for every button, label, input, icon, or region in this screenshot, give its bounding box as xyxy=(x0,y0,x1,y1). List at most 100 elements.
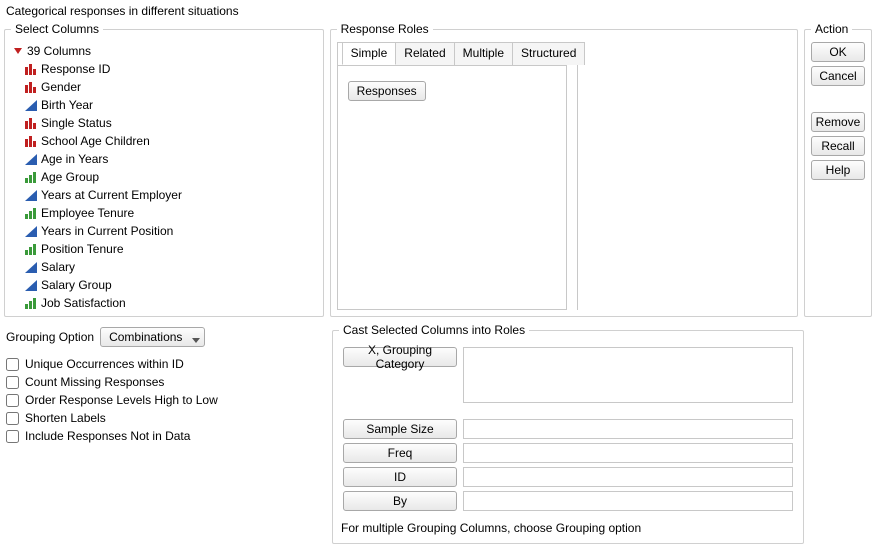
tab-simple[interactable]: Simple xyxy=(342,42,397,65)
window-title: Categorical responses in different situa… xyxy=(4,2,872,22)
grouping-option-combo[interactable]: Combinations xyxy=(100,327,205,347)
check-label: Include Responses Not in Data xyxy=(25,429,190,443)
column-item[interactable]: Employee Tenure xyxy=(11,204,317,222)
continuous-type-icon xyxy=(25,262,37,273)
responses-button[interactable]: Responses xyxy=(348,81,426,101)
column-item[interactable]: Birth Year xyxy=(11,96,317,114)
cast-role-slot[interactable] xyxy=(463,347,793,403)
column-item-label: Birth Year xyxy=(41,97,93,113)
column-item[interactable]: Age Group xyxy=(11,168,317,186)
nominal-type-icon xyxy=(25,64,37,75)
column-item-label: Gender xyxy=(41,79,81,95)
check-label: Order Response Levels High to Low xyxy=(25,393,218,407)
tab-multiple[interactable]: Multiple xyxy=(454,42,513,65)
continuous-type-icon xyxy=(25,280,37,291)
grouping-option-label: Grouping Option xyxy=(6,330,94,344)
cancel-button[interactable]: Cancel xyxy=(811,66,865,86)
continuous-type-icon xyxy=(25,190,37,201)
column-item-label: Single Status xyxy=(41,115,112,131)
nominal-type-icon xyxy=(25,118,37,129)
recall-button[interactable]: Recall xyxy=(811,136,865,156)
cast-row: Sample Size xyxy=(343,419,793,439)
nominal-type-icon xyxy=(25,136,37,147)
tab-related[interactable]: Related xyxy=(395,42,454,65)
column-item[interactable]: Gender xyxy=(11,78,317,96)
cast-roles-legend: Cast Selected Columns into Roles xyxy=(339,323,529,337)
disclosure-triangle-icon[interactable] xyxy=(13,46,23,56)
cast-role-button[interactable]: Freq xyxy=(343,443,457,463)
cast-row: Freq xyxy=(343,443,793,463)
cast-role-button[interactable]: X, Grouping Category xyxy=(343,347,457,367)
roles-tab-panel: SimpleRelatedMultipleStructured Response… xyxy=(337,42,567,310)
tab-structured[interactable]: Structured xyxy=(512,42,585,65)
cast-role-slot[interactable] xyxy=(463,491,793,511)
cast-role-button[interactable]: By xyxy=(343,491,457,511)
column-item-label: Years at Current Employer xyxy=(41,187,182,203)
checkbox[interactable] xyxy=(6,430,19,443)
column-item[interactable]: Job Satisfaction xyxy=(11,294,317,310)
checkbox[interactable] xyxy=(6,394,19,407)
remove-button[interactable]: Remove xyxy=(811,112,865,132)
ok-button[interactable]: OK xyxy=(811,42,865,62)
column-item[interactable]: Single Status xyxy=(11,114,317,132)
check-row[interactable]: Include Responses Not in Data xyxy=(6,427,324,445)
check-label: Count Missing Responses xyxy=(25,375,164,389)
response-roles-group: Response Roles SimpleRelatedMultipleStru… xyxy=(330,22,798,317)
checkbox[interactable] xyxy=(6,358,19,371)
check-row[interactable]: Order Response Levels High to Low xyxy=(6,391,324,409)
roles-tabstrip: SimpleRelatedMultipleStructured xyxy=(338,42,566,66)
column-item[interactable]: Salary Group xyxy=(11,276,317,294)
cast-role-slot[interactable] xyxy=(463,419,793,439)
cast-role-button[interactable]: ID xyxy=(343,467,457,487)
cast-roles-group: Cast Selected Columns into Roles X, Grou… xyxy=(332,323,804,544)
chevron-down-icon xyxy=(192,333,200,341)
cast-row: By xyxy=(343,491,793,511)
column-item-label: Employee Tenure xyxy=(41,205,134,221)
column-item[interactable]: School Age Children xyxy=(11,132,317,150)
column-item-label: Salary Group xyxy=(41,277,112,293)
check-row[interactable]: Shorten Labels xyxy=(6,409,324,427)
response-roles-legend: Response Roles xyxy=(337,22,433,36)
column-item-label: Years in Current Position xyxy=(41,223,173,239)
column-item[interactable]: Years at Current Employer xyxy=(11,186,317,204)
action-legend: Action xyxy=(811,22,852,36)
help-button[interactable]: Help xyxy=(811,160,865,180)
checkbox[interactable] xyxy=(6,376,19,389)
columns-header[interactable]: 39 Columns xyxy=(11,42,317,60)
checkbox[interactable] xyxy=(6,412,19,425)
action-group: Action OK Cancel Remove Recall Help xyxy=(804,22,872,317)
column-item-label: Response ID xyxy=(41,61,110,77)
cast-role-slot[interactable] xyxy=(463,467,793,487)
column-item-label: School Age Children xyxy=(41,133,150,149)
column-item-label: Age in Years xyxy=(41,151,108,167)
cast-role-slot[interactable] xyxy=(463,443,793,463)
cast-role-button[interactable]: Sample Size xyxy=(343,419,457,439)
select-columns-group: Select Columns 39 Columns Response ID Gen… xyxy=(4,22,324,317)
check-row[interactable]: Unique Occurrences within ID xyxy=(6,355,324,373)
continuous-type-icon xyxy=(25,100,37,111)
check-row[interactable]: Count Missing Responses xyxy=(6,373,324,391)
column-item[interactable]: Age in Years xyxy=(11,150,317,168)
ordinal-type-icon xyxy=(25,298,37,309)
grouping-option-value: Combinations xyxy=(109,330,182,344)
columns-count-label: 39 Columns xyxy=(27,44,91,58)
column-item-label: Job Satisfaction xyxy=(41,295,126,310)
check-label: Unique Occurrences within ID xyxy=(25,357,184,371)
column-item-label: Age Group xyxy=(41,169,99,185)
continuous-type-icon xyxy=(25,226,37,237)
column-item[interactable]: Years in Current Position xyxy=(11,222,317,240)
cast-row: ID xyxy=(343,467,793,487)
cast-row: X, Grouping Category xyxy=(343,347,793,403)
continuous-type-icon xyxy=(25,154,37,165)
ordinal-type-icon xyxy=(25,208,37,219)
ordinal-type-icon xyxy=(25,244,37,255)
select-columns-legend: Select Columns xyxy=(11,22,103,36)
cast-hint: For multiple Grouping Columns, choose Gr… xyxy=(339,515,797,537)
column-item[interactable]: Position Tenure xyxy=(11,240,317,258)
nominal-type-icon xyxy=(25,82,37,93)
column-item[interactable]: Salary xyxy=(11,258,317,276)
column-item[interactable]: Response ID xyxy=(11,60,317,78)
ordinal-type-icon xyxy=(25,172,37,183)
columns-list[interactable]: 39 Columns Response ID Gender Birth Year Si… xyxy=(11,42,317,310)
roles-drop-area[interactable] xyxy=(577,42,791,310)
